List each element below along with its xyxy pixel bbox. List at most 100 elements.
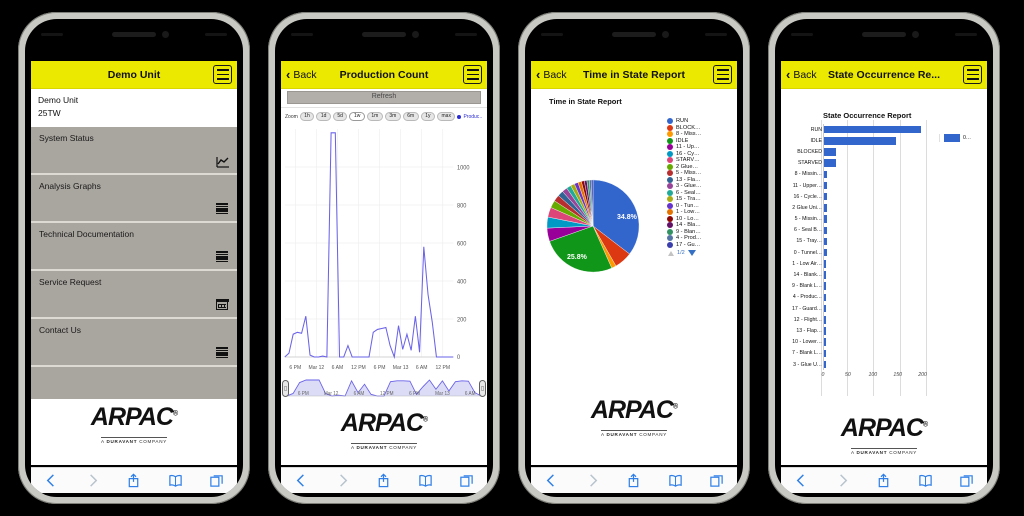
chevron-left-icon: ‹ bbox=[286, 67, 291, 82]
share-icon[interactable] bbox=[376, 473, 391, 488]
sidebar-item-technical-documentation[interactable]: Technical Documentation bbox=[31, 223, 237, 272]
chart-navigator[interactable]: 6 PM Mar 12 6 AM 12 PM 6 PM Mar 13 6 AM ▯ ▯ bbox=[281, 377, 487, 405]
legend-item[interactable]: 3 - Glue… bbox=[667, 183, 731, 189]
phone-screen-bezel: ‹ Back Time in State Report Time in Stat… bbox=[525, 19, 743, 497]
svg-text:Mar 13: Mar 13 bbox=[435, 391, 450, 397]
chevron-left-icon[interactable] bbox=[794, 473, 809, 488]
legend-item[interactable]: 6 - Seal… bbox=[667, 189, 731, 196]
bar-row[interactable]: 2 Glue Uni… bbox=[792, 202, 935, 213]
sidebar-item-service-request[interactable]: Service Request bbox=[31, 271, 237, 320]
safari-toolbar bbox=[531, 467, 737, 493]
legend-item[interactable]: 2 Glue… bbox=[667, 163, 731, 170]
bar-row[interactable]: 16 - Cycle… bbox=[793, 191, 935, 202]
chart-legend[interactable]: Produc… bbox=[457, 114, 483, 120]
bar-row[interactable]: IDLE bbox=[810, 135, 935, 146]
navigator-handle-right[interactable]: ▯ bbox=[479, 380, 486, 397]
legend-item[interactable]: 4 - Prod… bbox=[667, 235, 731, 241]
back-button[interactable]: ‹ Back bbox=[531, 68, 567, 81]
legend-item[interactable]: 0 - Tun… bbox=[667, 202, 731, 209]
bar-row[interactable]: 1 - Low Air… bbox=[792, 258, 935, 269]
triangle-up-icon[interactable] bbox=[668, 250, 674, 256]
hamburger-icon[interactable] bbox=[463, 65, 482, 84]
production-count-chart[interactable]: 200 400 600 800 1000 6 PM Mar 12 6 AM 12 PM 6 PM M… bbox=[281, 123, 487, 375]
bar-row[interactable]: 4 - Produc… bbox=[793, 292, 935, 303]
share-icon[interactable] bbox=[876, 473, 891, 488]
bar-row[interactable]: 12 - Flight… bbox=[794, 314, 935, 325]
bar-row[interactable]: 6 - Seal B… bbox=[794, 225, 935, 236]
book-icon[interactable] bbox=[418, 473, 433, 488]
zoom-button-5d[interactable]: 5d bbox=[332, 112, 348, 121]
unit-name: Demo Unit bbox=[38, 95, 79, 105]
bar-row[interactable]: 11 - Upper… bbox=[793, 180, 935, 191]
navigator-handle-left[interactable]: ▯ bbox=[282, 380, 289, 397]
zoom-button-1m[interactable]: 1m bbox=[366, 112, 383, 121]
share-icon[interactable] bbox=[126, 473, 141, 488]
tabs-icon[interactable] bbox=[709, 473, 724, 488]
bar-legend[interactable]: 0… bbox=[939, 134, 983, 142]
bar-row[interactable]: 7 - Blank L… bbox=[792, 348, 935, 359]
sidebar-item-contact-us[interactable]: Contact Us bbox=[31, 319, 237, 368]
legend-item[interactable]: 8 - Miss… bbox=[667, 131, 731, 137]
time-in-state-pie-chart[interactable]: 34.8% 25.8% RUN BLOCK… 8 - Miss… IDLE 11 - U… bbox=[531, 106, 737, 386]
refresh-button[interactable]: Refresh bbox=[287, 91, 481, 104]
pie-legend[interactable]: RUN BLOCK… 8 - Miss… IDLE 11 - Up… 16 - Cy… ST… bbox=[667, 118, 731, 256]
bar-row[interactable]: 17 - Guard… bbox=[792, 303, 935, 314]
legend-item[interactable]: 10 - Lo… bbox=[667, 215, 731, 222]
legend-item[interactable]: 11 - Up… bbox=[667, 144, 731, 150]
legend-pager[interactable]: 1/2 bbox=[667, 250, 731, 256]
legend-item[interactable]: 13 - Fla… bbox=[667, 176, 731, 183]
zoom-button-1d[interactable]: 1d bbox=[316, 112, 331, 121]
legend-item[interactable]: 14 - Bla… bbox=[667, 222, 731, 228]
book-icon[interactable] bbox=[918, 473, 933, 488]
book-icon[interactable] bbox=[668, 473, 683, 488]
bar-row[interactable]: 8 - Missin… bbox=[795, 169, 935, 180]
back-button[interactable]: ‹ Back bbox=[281, 68, 317, 81]
zoom-button-max[interactable]: max bbox=[437, 112, 456, 121]
bar-row[interactable]: STARVED bbox=[798, 158, 935, 169]
chevron-left-icon[interactable] bbox=[44, 473, 59, 488]
share-icon[interactable] bbox=[626, 473, 641, 488]
hamburger-icon[interactable] bbox=[963, 65, 982, 84]
bar-row[interactable]: 5 - Missin… bbox=[795, 214, 935, 225]
chevron-left-icon[interactable] bbox=[294, 473, 309, 488]
zoom-button-3m[interactable]: 3m bbox=[384, 112, 401, 121]
book-icon[interactable] bbox=[168, 473, 183, 488]
bar-row[interactable]: 13 - Flap… bbox=[796, 325, 935, 336]
tabs-icon[interactable] bbox=[459, 473, 474, 488]
x-axis-tick-label: 0 bbox=[821, 372, 825, 379]
state-occurrence-bar-chart[interactable]: RUN IDLE BLOCKED STARVED 8 - Missin… 11 - Upp… bbox=[781, 120, 987, 410]
hamburger-icon[interactable] bbox=[213, 65, 232, 84]
legend-item[interactable]: 1 - Low… bbox=[667, 209, 731, 215]
legend-item[interactable]: BLOCK… bbox=[667, 124, 731, 131]
bar-row[interactable]: BLOCKED bbox=[797, 146, 935, 157]
legend-item[interactable]: RUN bbox=[667, 118, 731, 124]
bar-row[interactable]: 15 - Tray… bbox=[796, 236, 935, 247]
bar-row[interactable]: 0 - Tunnel… bbox=[794, 247, 935, 258]
hamburger-icon[interactable] bbox=[713, 65, 732, 84]
tabs-icon[interactable] bbox=[209, 473, 224, 488]
chevron-left-icon: ‹ bbox=[786, 67, 791, 82]
legend-item[interactable]: STARV… bbox=[667, 157, 731, 163]
triangle-down-icon[interactable] bbox=[687, 250, 696, 256]
sidebar-item-analysis-graphs[interactable]: Analysis Graphs bbox=[31, 175, 237, 224]
bar-row[interactable]: 9 - Blank L… bbox=[792, 281, 935, 292]
chevron-left-icon[interactable] bbox=[544, 473, 559, 488]
sidebar-item-system-status[interactable]: System Status bbox=[31, 127, 237, 176]
legend-item[interactable]: 15 - Tra… bbox=[667, 196, 731, 202]
zoom-button-6m[interactable]: 6m bbox=[402, 112, 419, 121]
earpiece-speaker-icon bbox=[362, 32, 406, 37]
back-button[interactable]: ‹ Back bbox=[781, 68, 817, 81]
bar-row[interactable]: 14 - Blank… bbox=[793, 269, 935, 280]
zoom-button-1y[interactable]: 1y bbox=[420, 112, 436, 121]
bar-row[interactable]: 10 - Lower… bbox=[792, 337, 935, 348]
bar-row[interactable]: RUN bbox=[811, 124, 935, 135]
legend-item[interactable]: 5 - Miss… bbox=[667, 170, 731, 176]
legend-item[interactable]: 17 - Gu… bbox=[667, 241, 731, 248]
legend-item[interactable]: 16 - Cy… bbox=[667, 150, 731, 157]
zoom-button-1h[interactable]: 1h bbox=[299, 112, 315, 121]
zoom-button-1w[interactable]: 1w bbox=[349, 112, 365, 121]
legend-item[interactable]: IDLE bbox=[667, 137, 731, 144]
tabs-icon[interactable] bbox=[959, 473, 974, 488]
legend-item[interactable]: 9 - Blan… bbox=[667, 228, 731, 235]
bar-row[interactable]: 3 - Glue U… bbox=[793, 359, 935, 370]
